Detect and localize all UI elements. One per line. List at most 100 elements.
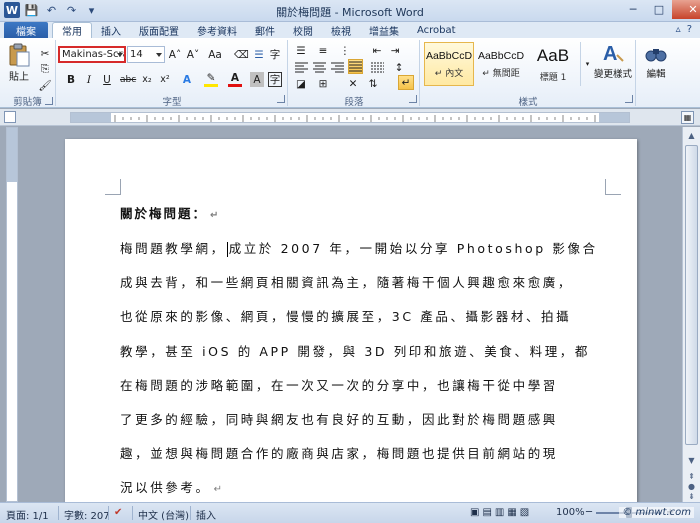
font-launcher-icon[interactable] <box>277 95 285 103</box>
font-size-combo[interactable]: 14 <box>127 46 165 63</box>
font-name-combo[interactable]: Makinas-Scra <box>58 46 126 63</box>
editing-button[interactable]: 編輯 <box>642 40 670 80</box>
language-indicator[interactable]: 中文 (台灣) <box>138 507 189 522</box>
align-center-icon[interactable] <box>312 60 326 75</box>
status-bar: 頁面: 1/1 字數: 207 ✔ 中文 (台灣) 插入 ▣▤▥▦▧ 100% … <box>0 502 700 523</box>
zoom-level[interactable]: 100% <box>556 507 585 518</box>
zoom-out-button[interactable]: ─ <box>586 507 592 518</box>
ribbon-tab-row: 檔案 常用 插入 版面配置 參考資料 郵件 校閱 檢視 增益集 Acrobat … <box>0 22 700 38</box>
font-color-button[interactable]: A <box>228 72 242 87</box>
grow-font-button[interactable]: A˄ <box>168 47 182 62</box>
view-buttons[interactable]: ▣▤▥▦▧ <box>470 507 532 518</box>
vertical-scrollbar[interactable]: ▲ ▼ ⇞ ● ⇟ <box>682 127 700 502</box>
style-normal[interactable]: AaBbCcD ↵ 內文 <box>424 42 474 86</box>
doc-line: 在梅問題的涉略範圍，在一次又一次的分享中，也讓梅干從中學習 <box>120 377 558 393</box>
style-heading-1[interactable]: AaB 標題 1 <box>528 42 578 86</box>
maximize-button[interactable]: □ <box>646 0 672 19</box>
decrease-indent-icon[interactable]: ⇤ <box>370 43 384 58</box>
shading-icon[interactable]: ◪ <box>294 76 308 91</box>
scroll-thumb[interactable] <box>685 145 698 445</box>
margin-corner-top-left <box>105 179 121 195</box>
font-size-value: 14 <box>130 49 143 60</box>
insert-mode[interactable]: 插入 <box>196 507 216 522</box>
style-normal-name: ↵ 內文 <box>434 68 464 79</box>
tab-page-layout[interactable]: 版面配置 <box>130 22 188 38</box>
cut-icon[interactable]: ✂ <box>38 46 52 61</box>
italic-button[interactable]: I <box>82 72 96 87</box>
title-bar: W 💾 ↶ ↷ ▾ 關於梅問題 - Microsoft Word ─ □ ✕ <box>0 0 700 22</box>
horizontal-ruler-row: ▦ <box>0 109 700 126</box>
tab-insert[interactable]: 插入 <box>92 22 130 38</box>
change-styles-button[interactable]: A 變更樣式 <box>592 40 634 80</box>
document-page[interactable]: 關於梅問題： ↵ 梅問題教學網， 成立於 2007 年，一開始以分享 Photosh… <box>65 139 637 502</box>
phonetic-guide-icon[interactable]: ☰ <box>252 47 266 62</box>
horizontal-ruler[interactable] <box>70 112 630 123</box>
tab-review[interactable]: 校閱 <box>284 22 322 38</box>
bullets-icon[interactable]: ☰ <box>294 43 308 58</box>
paragraph-mark: ↵ <box>210 210 219 221</box>
superscript-button[interactable]: x² <box>158 72 172 87</box>
tab-acrobat[interactable]: Acrobat <box>408 22 465 38</box>
enclose-char-button[interactable]: 字 <box>268 47 282 62</box>
text-cursor <box>226 242 228 257</box>
char-border-button[interactable]: 字 <box>268 72 282 87</box>
numbering-icon[interactable]: ≡ <box>316 43 330 58</box>
paste-button[interactable]: 貼上 <box>6 42 32 83</box>
shrink-font-button[interactable]: A˅ <box>186 47 200 62</box>
paragraph-launcher-icon[interactable] <box>409 95 417 103</box>
top-margin-zone <box>7 128 17 182</box>
margin-corner-top-right <box>605 179 621 195</box>
tab-selector[interactable] <box>4 111 16 123</box>
minimize-button[interactable]: ─ <box>620 0 646 19</box>
chinese-layout-icon[interactable]: ✕ <box>346 76 360 91</box>
char-shading-button[interactable]: A <box>250 72 264 87</box>
tab-file[interactable]: 檔案 <box>4 22 48 38</box>
document-body[interactable]: 關於梅問題： ↵ 梅問題教學網， 成立於 2007 年，一開始以分享 Photosh… <box>120 203 595 502</box>
increase-indent-icon[interactable]: ⇥ <box>388 43 402 58</box>
ribbon-tabs: 常用 插入 版面配置 參考資料 郵件 校閱 檢視 增益集 Acrobat <box>52 22 465 38</box>
tab-view[interactable]: 檢視 <box>322 22 360 38</box>
style-no-spacing[interactable]: AaBbCcD ↵ 無間距 <box>476 42 526 86</box>
doc-line-text: 成立於 2007 年，一開始以分享 Photoshop 影像合 <box>228 241 598 256</box>
borders-icon[interactable]: ⊞ <box>316 76 330 91</box>
tab-home[interactable]: 常用 <box>52 22 92 38</box>
underline-button[interactable]: U <box>100 72 114 87</box>
copy-icon[interactable]: ⎘ <box>38 62 52 77</box>
clipboard-launcher-icon[interactable] <box>45 97 53 105</box>
minimize-ribbon-icon[interactable]: ▵ <box>676 24 681 35</box>
style-no-spacing-name: ↵ 無間距 <box>482 68 520 79</box>
line-spacing-icon[interactable]: ↕ <box>392 60 406 75</box>
highlight-color-button[interactable]: ✎ <box>204 72 218 87</box>
multilevel-list-icon[interactable]: ⋮ <box>338 43 352 58</box>
subscript-button[interactable]: x₂ <box>140 72 154 87</box>
view-ruler-icon[interactable]: ▦ <box>681 111 694 124</box>
distribute-icon[interactable] <box>370 60 384 75</box>
proofing-icon[interactable]: ✔ <box>114 507 122 518</box>
next-page-icon[interactable]: ⇟ <box>685 489 698 503</box>
tab-references[interactable]: 參考資料 <box>188 22 246 38</box>
font-group-label: 字型 <box>162 97 182 108</box>
change-case-button[interactable]: Aa <box>208 47 222 62</box>
text-effects-button[interactable]: A <box>180 72 194 87</box>
clear-format-icon[interactable]: ⌫ <box>234 47 249 62</box>
scroll-down-icon[interactable]: ▼ <box>685 453 698 467</box>
align-right-icon[interactable] <box>330 60 344 75</box>
sort-icon[interactable]: ⇅ <box>366 76 380 91</box>
show-marks-button[interactable]: ↵ <box>398 75 414 90</box>
word-count[interactable]: 字數: 207 <box>64 507 110 522</box>
tab-mailings[interactable]: 郵件 <box>246 22 284 38</box>
help-icon[interactable]: ? <box>687 24 692 35</box>
align-left-icon[interactable] <box>294 60 308 75</box>
scroll-up-icon[interactable]: ▲ <box>685 128 698 142</box>
window-title: 關於梅問題 - Microsoft Word <box>276 6 424 19</box>
bold-button[interactable]: B <box>64 72 78 87</box>
justify-icon[interactable] <box>348 59 363 74</box>
styles-launcher-icon[interactable] <box>625 95 633 103</box>
strikethrough-button[interactable]: abc <box>120 72 136 87</box>
vertical-ruler[interactable] <box>6 127 18 502</box>
close-button[interactable]: ✕ <box>672 0 700 19</box>
format-painter-icon[interactable]: 🖌 <box>38 78 52 93</box>
doc-heading-text: 關於梅問題： <box>120 206 208 221</box>
tab-add-ins[interactable]: 增益集 <box>360 22 408 38</box>
page-indicator[interactable]: 頁面: 1/1 <box>6 507 49 522</box>
